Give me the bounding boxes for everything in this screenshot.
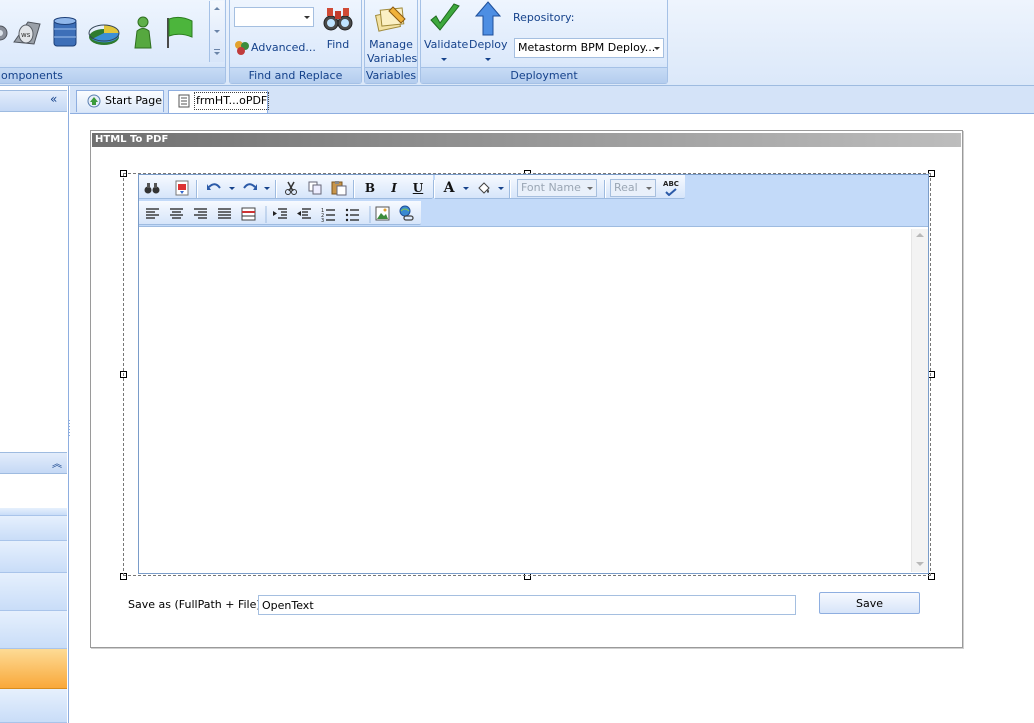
checkmark-icon [665, 188, 677, 196]
editor-scrollbar[interactable] [911, 229, 928, 572]
tab-start-page-label: Start Page [105, 94, 162, 107]
nav-button-selected[interactable] [0, 649, 67, 689]
underline-icon[interactable]: U [408, 178, 428, 198]
left-panel-header: « [0, 90, 67, 112]
gear-icon[interactable] [0, 25, 8, 41]
redo-icon[interactable] [240, 178, 260, 198]
save-as-input[interactable] [258, 595, 796, 615]
nav-button-3[interactable] [0, 573, 67, 611]
start-page-icon [87, 94, 101, 108]
collapse-panel-button[interactable]: « [50, 92, 57, 106]
font-size-value: Real [614, 181, 638, 194]
variables-caption: Variables [365, 67, 417, 83]
font-name-value: Font Name [521, 181, 581, 194]
spellcheck-abc: ABC [663, 180, 679, 188]
components-icons: ws [0, 16, 193, 49]
chevron-down-icon [654, 47, 660, 50]
italic-icon[interactable]: I [384, 178, 404, 198]
tab-strip: Start Page frmHT...oPDF [70, 86, 1034, 114]
form-icon [178, 94, 190, 108]
highlight-dropdown-icon[interactable] [498, 187, 504, 190]
pdf-icon[interactable] [172, 178, 192, 198]
database-icon[interactable] [53, 17, 77, 47]
web-service-icon[interactable]: ws [13, 21, 41, 45]
find-button[interactable]: Find [325, 38, 351, 52]
repository-select[interactable]: Metastorm BPM Deploy... [514, 38, 664, 58]
expand-section-button[interactable]: ︽ [52, 455, 62, 470]
manage-variables-button[interactable]: Manage Variables [367, 38, 417, 66]
left-panel-splitter[interactable] [0, 508, 67, 516]
chevron-down-icon [646, 187, 652, 190]
gallery-more-icon[interactable] [214, 49, 220, 50]
deploy-dropdown-icon[interactable] [485, 58, 491, 61]
html-editor[interactable] [138, 174, 929, 574]
left-panel-section-header: ︽ [0, 452, 67, 474]
nav-button-2[interactable] [0, 541, 67, 573]
find-replace-caption: Find and Replace [230, 67, 361, 83]
deploy-icon[interactable] [475, 1, 501, 37]
gallery-down-icon[interactable] [214, 30, 220, 33]
toolbar-separator [275, 180, 277, 198]
chevron-down-icon [587, 187, 593, 190]
deployment-caption: Deployment [421, 67, 667, 83]
advanced-button[interactable]: Advanced... [251, 41, 316, 55]
pie-chart-icon[interactable] [88, 24, 120, 45]
manage-variables-icon[interactable] [373, 3, 409, 37]
save-as-label: Save as (FullPath + File) [128, 598, 261, 611]
validate-dropdown-icon[interactable] [441, 58, 447, 61]
person-icon[interactable] [134, 16, 152, 49]
left-panel: « ︽ [0, 86, 69, 723]
gallery-up-icon[interactable] [214, 7, 220, 10]
components-group-caption: omponents [0, 67, 225, 83]
repository-value: Metastorm BPM Deploy... [518, 41, 656, 54]
undo-dropdown-icon[interactable] [229, 187, 235, 190]
copy-icon[interactable] [305, 178, 325, 198]
bold-icon[interactable]: B [360, 178, 380, 198]
font-name-select[interactable]: Font Name [517, 179, 597, 197]
font-color-dropdown-icon[interactable] [463, 187, 469, 190]
nav-button-6[interactable] [0, 689, 67, 723]
toolbar-separator [604, 180, 606, 198]
validate-icon[interactable] [428, 2, 462, 36]
repository-label: Repository: [513, 11, 575, 24]
tab-form[interactable]: frmHT...oPDF [168, 90, 270, 113]
toolbar-separator [433, 180, 435, 198]
validate-button[interactable]: Validate [424, 38, 468, 52]
svg-text:ws: ws [21, 31, 31, 39]
deploy-button[interactable]: Deploy [469, 38, 508, 52]
font-size-select[interactable]: Real [610, 179, 656, 197]
save-button[interactable]: Save [819, 592, 920, 614]
find-icon[interactable] [142, 178, 162, 198]
highlight-icon[interactable] [474, 178, 494, 198]
redo-dropdown-icon[interactable] [264, 187, 270, 190]
toolbar-separator [353, 180, 355, 198]
toolbar-separator [509, 180, 511, 198]
ribbon: omponents ws Find and Replace Advanced..… [0, 0, 1034, 86]
binoculars-icon[interactable] [322, 3, 354, 35]
tab-form-label: frmHT...oPDF [194, 92, 270, 110]
advanced-icon [235, 41, 249, 55]
form-title-bar: HTML To PDF [92, 133, 961, 147]
paste-icon[interactable] [329, 178, 349, 198]
editor-toolbar-2 [139, 201, 928, 227]
toolbar-strip-paragraph [139, 201, 421, 225]
flag-icon[interactable] [167, 16, 193, 48]
nav-button-1[interactable] [0, 516, 67, 541]
gallery-more-arrow [214, 52, 220, 55]
scroll-up-icon[interactable] [916, 233, 924, 237]
nav-button-4[interactable] [0, 611, 67, 649]
spellcheck-icon[interactable]: ABC [661, 178, 681, 198]
tab-start-page[interactable]: Start Page [76, 90, 164, 112]
toolbar-separator [196, 180, 198, 198]
cut-icon[interactable] [281, 178, 301, 198]
scroll-down-icon[interactable] [916, 562, 924, 566]
font-color-icon[interactable]: A [439, 178, 459, 198]
gallery-scroll[interactable] [209, 1, 224, 62]
chevron-down-icon [304, 16, 310, 19]
undo-icon[interactable] [204, 178, 224, 198]
find-search-combo[interactable] [234, 7, 314, 27]
